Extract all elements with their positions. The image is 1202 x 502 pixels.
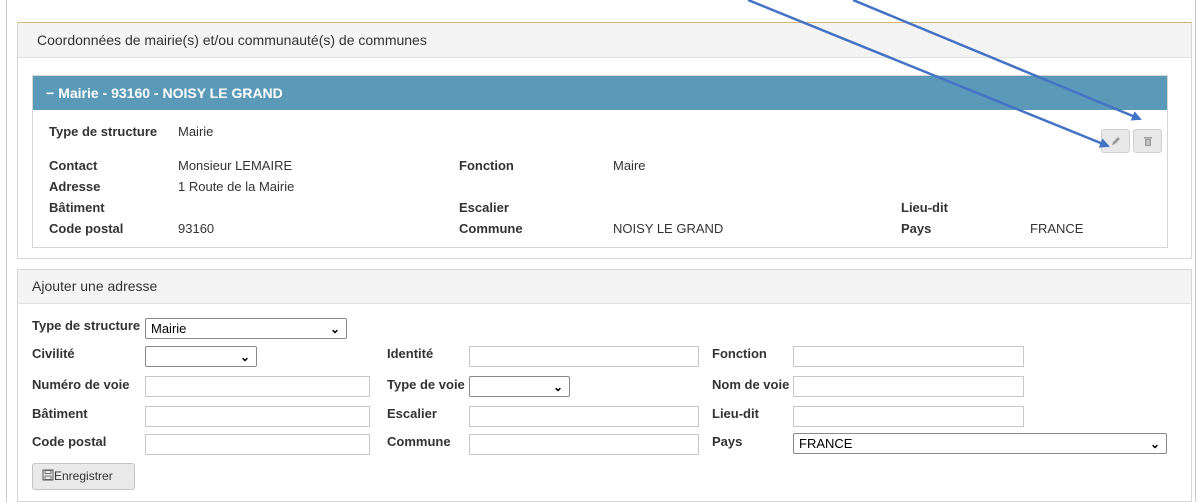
form-fonction-label: Fonction [712,346,767,361]
form-type-structure-label: Type de structure [32,318,141,333]
pays-select[interactable]: FRANCE ⌄ [793,433,1167,454]
type-structure-value: Mairie [178,124,214,139]
form-numero-voie-label: Numéro de voie [32,377,130,392]
form-nom-voie-label: Nom de voie [712,377,790,392]
type-structure-select-value: Mairie [151,321,187,336]
commune-input[interactable] [469,434,699,455]
code-postal-label: Code postal [49,221,124,236]
chevron-down-icon: ⌄ [1149,437,1160,451]
collapse-minus-icon[interactable]: − [46,76,54,110]
lieu-dit-input[interactable] [793,406,1024,427]
enregistrer-button[interactable]: Enregistrer [32,463,135,490]
identite-input[interactable] [469,346,699,367]
code-postal-input[interactable] [145,434,370,455]
form-escalier-label: Escalier [387,406,437,421]
batiment-input[interactable] [145,406,370,427]
form-pays-label: Pays [712,434,743,449]
type-structure-select[interactable]: Mairie ⌄ [145,318,347,339]
mairie-card-title: Mairie - 93160 - NOISY LE GRAND [58,85,283,101]
chevron-down-icon: ⌄ [329,322,340,336]
ajouter-adresse-title: Ajouter une adresse [18,270,1191,304]
contact-label: Contact [49,158,98,173]
delete-button[interactable] [1133,129,1162,153]
pays-label: Pays [901,221,932,236]
pencil-icon [1111,137,1120,145]
frame-left-border [6,0,7,502]
fonction-input[interactable] [793,346,1024,367]
form-civilite-label: Civilité [32,346,75,361]
contact-value: Monsieur LEMAIRE [178,158,293,173]
numero-voie-input[interactable] [145,376,370,397]
escalier-label: Escalier [459,200,509,215]
form-commune-label: Commune [387,434,451,449]
commune-value: NOISY LE GRAND [613,221,724,236]
enregistrer-label: Enregistrer [54,469,113,483]
adresse-label: Adresse [49,179,101,194]
commune-label: Commune [459,221,523,236]
pays-select-value: FRANCE [799,436,853,451]
coordonnees-panel-title: Coordonnées de mairie(s) et/ou communaut… [18,23,1191,58]
chevron-down-icon: ⌄ [552,380,563,394]
type-voie-select[interactable]: ⌄ [469,376,570,397]
mairie-card-header[interactable]: − Mairie - 93160 - NOISY LE GRAND [33,76,1167,110]
chevron-down-icon: ⌄ [239,350,250,364]
civilite-select[interactable]: ⌄ [145,346,257,367]
batiment-label: Bâtiment [49,200,105,215]
nom-voie-input[interactable] [793,376,1024,397]
form-identite-label: Identité [387,346,434,361]
form-code-postal-label: Code postal [32,434,107,449]
escalier-input[interactable] [469,406,699,427]
frame-right-border [1195,0,1196,502]
floppy-disk-icon [42,469,54,481]
edit-button[interactable] [1101,129,1130,153]
lieu-dit-label: Lieu-dit [901,200,948,215]
form-type-voie-label: Type de voie [387,377,465,392]
pays-value: FRANCE [1030,221,1084,236]
trash-icon [1143,137,1152,146]
form-lieu-dit-label: Lieu-dit [712,406,759,421]
fonction-label: Fonction [459,158,514,173]
adresse-value: 1 Route de la Mairie [178,179,295,194]
type-structure-label: Type de structure [49,124,158,139]
code-postal-value: 93160 [178,221,215,236]
form-batiment-label: Bâtiment [32,406,88,421]
fonction-value: Maire [613,158,646,173]
